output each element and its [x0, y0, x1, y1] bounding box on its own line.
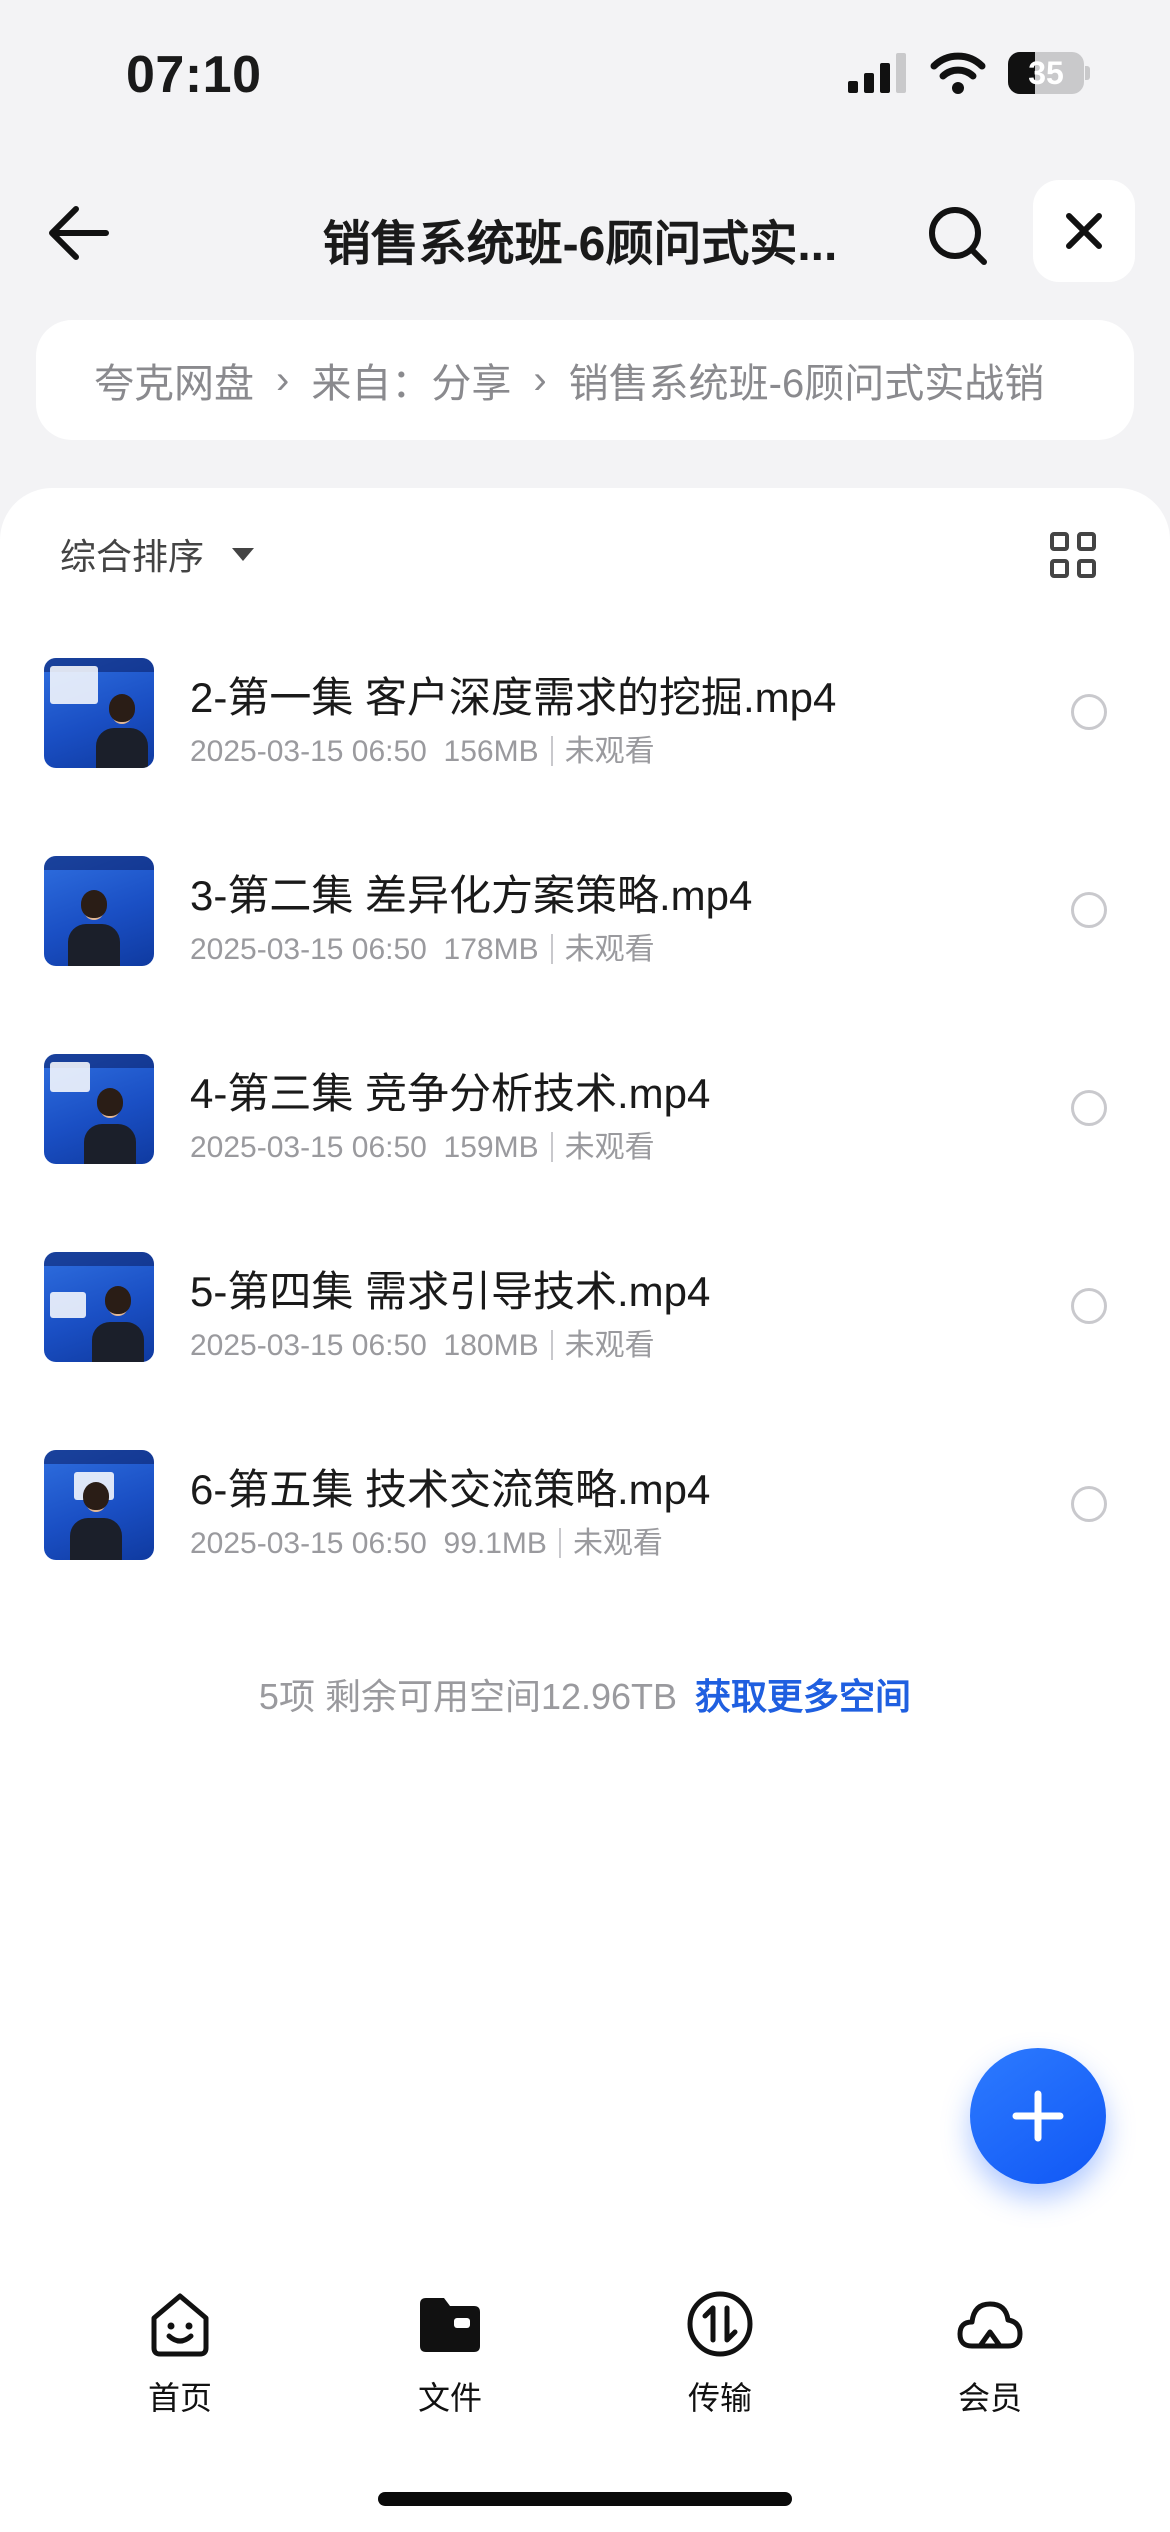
- close-button[interactable]: [1033, 180, 1135, 282]
- select-radio[interactable]: [1071, 1486, 1107, 1522]
- file-date: 2025-03-15 06:50: [190, 1329, 427, 1362]
- file-row[interactable]: 5-第四集 需求引导技术.mp4 2025-03-15 06:50 180MB 未…: [0, 1252, 1170, 1450]
- file-date: 2025-03-15 06:50: [190, 1131, 427, 1164]
- file-meta: 2025-03-15 06:50 156MB 未观看: [190, 726, 655, 770]
- file-row[interactable]: 4-第三集 竞争分析技术.mp4 2025-03-15 06:50 159MB 未…: [0, 1054, 1170, 1252]
- select-radio[interactable]: [1071, 892, 1107, 928]
- plus-icon: [1012, 2090, 1064, 2142]
- bottom-tab-bar: 首页 文件 传输 会员: [0, 2280, 1170, 2440]
- file-name: 3-第二集 差异化方案策略.mp4: [190, 872, 753, 919]
- get-more-space-link[interactable]: 获取更多空间: [695, 1676, 911, 1717]
- add-button[interactable]: [970, 2048, 1106, 2184]
- nav-header: 销售系统班-6顾问式实...: [0, 170, 1170, 294]
- chevron-right-icon: ›: [533, 357, 547, 402]
- watch-status: 未观看: [564, 933, 655, 966]
- file-size: 159MB: [443, 1131, 539, 1164]
- watch-status: 未观看: [564, 1329, 655, 1362]
- breadcrumb-item-share[interactable]: 来自：分享: [311, 351, 511, 409]
- chevron-right-icon: ›: [276, 357, 290, 402]
- close-icon: [1066, 213, 1102, 249]
- status-time: 07:10: [126, 46, 262, 104]
- home-indicator: [378, 2492, 792, 2506]
- file-meta: 2025-03-15 06:50 178MB 未观看: [190, 924, 655, 968]
- file-name: 4-第三集 竞争分析技术.mp4: [190, 1070, 711, 1117]
- file-list: 2-第一集 客户深度需求的挖掘.mp4 2025-03-15 06:50 156…: [0, 658, 1170, 1648]
- status-indicators: 35: [848, 52, 1090, 94]
- transfer-icon: [687, 2291, 753, 2357]
- file-meta: 2025-03-15 06:50 180MB 未观看: [190, 1320, 655, 1364]
- search-icon: [929, 207, 987, 265]
- tab-label: 会员: [957, 2380, 1022, 2416]
- file-name: 5-第四集 需求引导技术.mp4: [190, 1268, 711, 1315]
- select-radio[interactable]: [1071, 1090, 1107, 1126]
- storage-summary: 5项 剩余可用空间12.96TB 获取更多空间: [0, 1668, 1170, 1720]
- breadcrumb: 夸克网盘 › 来自：分享 › 销售系统班-6顾问式实战销: [36, 320, 1134, 440]
- grid-view-button[interactable]: [1050, 532, 1100, 582]
- file-row[interactable]: 3-第二集 差异化方案策略.mp4 2025-03-15 06:50 178MB…: [0, 856, 1170, 1054]
- tab-label: 文件: [417, 2380, 482, 2416]
- status-bar: 07:10 35: [0, 0, 1170, 160]
- file-meta: 2025-03-15 06:50 99.1MB 未观看: [190, 1518, 663, 1562]
- file-name: 6-第五集 技术交流策略.mp4: [190, 1466, 711, 1513]
- wifi-icon: [930, 52, 986, 94]
- storage-summary-text: 5项 剩余可用空间12.96TB: [258, 1676, 678, 1717]
- file-size: 156MB: [443, 735, 539, 768]
- tab-files[interactable]: 文件: [360, 2288, 540, 2419]
- file-name: 2-第一集 客户深度需求的挖掘.mp4: [190, 674, 837, 721]
- tab-label: 首页: [147, 2380, 212, 2416]
- select-radio[interactable]: [1071, 694, 1107, 730]
- sort-label: 综合排序: [60, 536, 205, 577]
- video-thumbnail: [44, 658, 154, 768]
- breadcrumb-item-current: 销售系统班-6顾问式实战销: [568, 362, 1045, 406]
- tab-transfer[interactable]: 传输: [630, 2288, 810, 2419]
- tab-membership[interactable]: 会员: [900, 2288, 1080, 2419]
- file-date: 2025-03-15 06:50: [190, 1527, 427, 1560]
- breadcrumb-item-root[interactable]: 夸克网盘: [94, 351, 254, 409]
- file-size: 178MB: [443, 933, 539, 966]
- battery-icon: 35: [1008, 52, 1090, 94]
- home-smile-icon: [151, 2293, 209, 2357]
- watch-status: 未观看: [564, 1131, 655, 1164]
- folder-icon: [420, 2298, 480, 2352]
- file-row[interactable]: 2-第一集 客户深度需求的挖掘.mp4 2025-03-15 06:50 156…: [0, 658, 1170, 856]
- file-size: 99.1MB: [443, 1527, 547, 1560]
- tab-label: 传输: [687, 2380, 752, 2416]
- file-date: 2025-03-15 06:50: [190, 933, 427, 966]
- watch-status: 未观看: [564, 735, 655, 768]
- file-row[interactable]: 6-第五集 技术交流策略.mp4 2025-03-15 06:50 99.1MB…: [0, 1450, 1170, 1648]
- sort-dropdown[interactable]: 综合排序: [60, 528, 255, 580]
- battery-level: 35: [1028, 55, 1064, 91]
- cellular-signal-icon: [848, 53, 906, 93]
- file-list-panel: 综合排序 2-第一集 客户深度需求的挖掘.mp4 2025-03-15 06:5…: [0, 488, 1170, 2532]
- file-date: 2025-03-15 06:50: [190, 735, 427, 768]
- file-meta: 2025-03-15 06:50 159MB 未观看: [190, 1122, 655, 1166]
- page-title: 销售系统班-6顾问式实...: [322, 218, 838, 271]
- video-thumbnail: [44, 1450, 154, 1560]
- watch-status: 未观看: [572, 1527, 663, 1560]
- search-button[interactable]: [916, 194, 1000, 278]
- back-button[interactable]: [36, 190, 122, 276]
- select-radio[interactable]: [1071, 1288, 1107, 1324]
- cloud-icon: [957, 2301, 1023, 2349]
- tab-home[interactable]: 首页: [90, 2288, 270, 2419]
- file-size: 180MB: [443, 1329, 539, 1362]
- video-thumbnail: [44, 1054, 154, 1164]
- video-thumbnail: [44, 1252, 154, 1362]
- grid-icon: [1050, 532, 1069, 551]
- video-thumbnail: [44, 856, 154, 966]
- caret-down-icon: [232, 547, 255, 561]
- back-arrow-icon: [49, 206, 109, 260]
